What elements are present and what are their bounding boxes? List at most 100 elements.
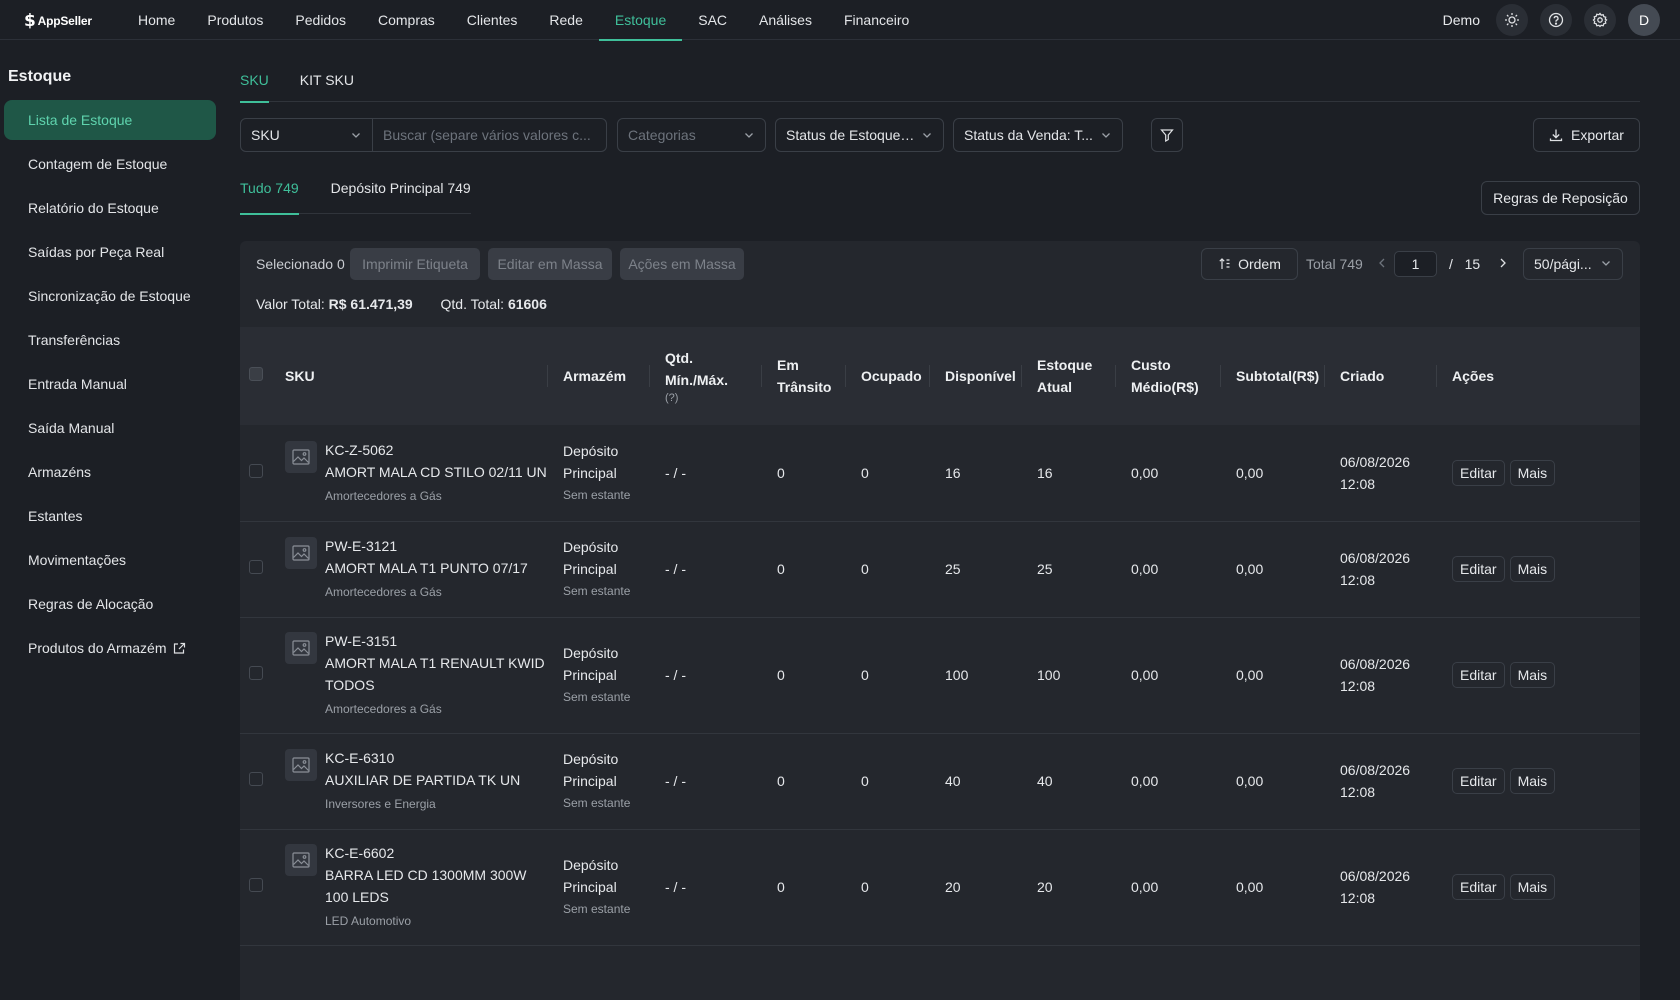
sidebar-item-armazens[interactable]: Armazéns — [4, 452, 216, 492]
table-row: PW-E-3151 AMORT MALA T1 RENAULT KWID TOD… — [240, 617, 1640, 734]
sku-code[interactable]: KC-Z-5062 — [325, 439, 547, 461]
order-button[interactable]: Ordem — [1201, 248, 1298, 280]
nav-analises[interactable]: Análises — [743, 0, 828, 40]
more-button[interactable]: Mais — [1509, 768, 1556, 794]
sidebar-item-relatorio-do-estoque[interactable]: Relatório do Estoque — [4, 188, 216, 228]
sidebar-item-regras-de-alocacao[interactable]: Regras de Alocação — [4, 584, 216, 624]
help-button[interactable] — [1540, 4, 1572, 36]
sidebar-item-produtos-do-armazem[interactable]: Produtos do Armazém — [4, 628, 216, 668]
sidebar-item-sincronizacao[interactable]: Sincronização de Estoque — [4, 276, 216, 316]
tab-deposito-principal[interactable]: Depósito Principal 749 — [331, 178, 471, 214]
subtotal: 0,00 — [1220, 829, 1324, 946]
min-max-qty: - / - — [649, 521, 761, 618]
subtotal: 0,00 — [1220, 521, 1324, 618]
theme-toggle-button[interactable] — [1496, 4, 1528, 36]
nav-compras[interactable]: Compras — [362, 0, 451, 40]
in-transit-qty: 0 — [761, 617, 845, 734]
product-category: Inversores e Energia — [325, 797, 436, 811]
nav-sac[interactable]: SAC — [682, 0, 743, 40]
product-name: AMORT MALA T1 PUNTO 07/17 — [325, 560, 528, 576]
row-checkbox[interactable] — [249, 666, 263, 680]
page-size-select[interactable]: 50/pági... — [1523, 248, 1623, 280]
occupied-qty: 0 — [845, 829, 929, 946]
nav-home[interactable]: Home — [122, 0, 191, 40]
row-checkbox[interactable] — [249, 772, 263, 786]
more-button[interactable]: Mais — [1509, 874, 1556, 900]
total-value-label: Valor Total: — [256, 296, 325, 312]
filter-bar: SKU Categorias Status de Estoque: ... St… — [240, 118, 1640, 152]
chevron-right-icon — [1500, 258, 1506, 268]
sidebar-item-saida-manual[interactable]: Saída Manual — [4, 408, 216, 448]
export-button[interactable]: Exportar — [1533, 118, 1640, 152]
nav-pedidos[interactable]: Pedidos — [279, 0, 362, 40]
app-logo[interactable]: $ AppSeller — [24, 11, 92, 31]
min-max-qty: - / - — [649, 733, 761, 830]
settings-button[interactable] — [1584, 4, 1616, 36]
created-date: 06/08/2026 12:08 — [1324, 521, 1436, 618]
bulk-actions-button[interactable]: Ações em Massa — [620, 248, 744, 280]
warehouse-tabs: Tudo 749 Depósito Principal 749 — [240, 178, 471, 215]
sale-status-select[interactable]: Status da Venda: T... — [953, 118, 1123, 152]
nav-financeiro[interactable]: Financeiro — [828, 0, 925, 40]
sidebar-item-lista-de-estoque[interactable]: Lista de Estoque — [4, 100, 216, 140]
advanced-filter-button[interactable] — [1151, 118, 1183, 152]
edit-button[interactable]: Editar — [1452, 874, 1505, 900]
bulk-edit-button[interactable]: Editar em Massa — [488, 248, 612, 280]
page-number-input[interactable] — [1394, 251, 1437, 277]
search-input[interactable] — [373, 118, 607, 152]
header-min-max: Qtd. Mín./Máx. (?) — [649, 327, 761, 425]
sku-code[interactable]: KC-E-6602 — [325, 842, 547, 864]
more-button[interactable]: Mais — [1509, 556, 1556, 582]
categories-select[interactable]: Categorias — [617, 118, 766, 152]
total-qty-label: Qtd. Total: — [440, 296, 505, 312]
replenishment-rules-button[interactable]: Regras de Reposição — [1481, 181, 1640, 215]
average-cost: 0,00 — [1115, 521, 1220, 618]
stock-status-select[interactable]: Status de Estoque: ... — [775, 118, 944, 152]
more-button[interactable]: Mais — [1509, 459, 1556, 486]
nav-clientes[interactable]: Clientes — [451, 0, 534, 40]
search-type-select[interactable]: SKU — [240, 118, 373, 152]
available-qty: 20 — [929, 829, 1021, 946]
header-created: Criado — [1324, 327, 1436, 425]
sidebar-item-movimentacoes[interactable]: Movimentações — [4, 540, 216, 580]
nav-produtos[interactable]: Produtos — [191, 0, 279, 40]
tab-all-warehouses[interactable]: Tudo 749 — [240, 178, 299, 215]
user-name[interactable]: Demo — [1443, 12, 1480, 28]
row-checkbox[interactable] — [249, 878, 263, 892]
sidebar-item-entrada-manual[interactable]: Entrada Manual — [4, 364, 216, 404]
header-occupied: Ocupado — [845, 327, 929, 425]
sku-code[interactable]: KC-E-6310 — [325, 747, 520, 769]
warehouse-name: Depósito Principal — [563, 539, 619, 577]
current-stock-qty: 25 — [1021, 521, 1115, 618]
page-total: / 15 — [1449, 256, 1481, 272]
nav-rede[interactable]: Rede — [533, 0, 598, 40]
edit-button[interactable]: Editar — [1452, 768, 1505, 794]
user-avatar[interactable]: D — [1628, 4, 1660, 36]
print-label-button[interactable]: Imprimir Etiqueta — [350, 248, 480, 280]
sidebar-item-transferencias[interactable]: Transferências — [4, 320, 216, 360]
sidebar-item-saidas-por-peca-real[interactable]: Saídas por Peça Real — [4, 232, 216, 272]
sidebar-item-contagem-de-estoque[interactable]: Contagem de Estoque — [4, 144, 216, 184]
next-page-button[interactable] — [1497, 254, 1509, 275]
min-max-qty: - / - — [649, 829, 761, 946]
min-max-help-hint[interactable]: (?) — [665, 391, 761, 405]
edit-button[interactable]: Editar — [1452, 459, 1505, 486]
sku-code[interactable]: PW-E-3151 — [325, 630, 547, 652]
edit-button[interactable]: Editar — [1452, 662, 1505, 688]
row-checkbox[interactable] — [249, 463, 263, 478]
sku-code[interactable]: PW-E-3121 — [325, 535, 528, 557]
nav-estoque[interactable]: Estoque — [598, 0, 683, 41]
header-sku[interactable]: SKU — [269, 327, 547, 425]
product-category: Amortecedores a Gás — [325, 702, 442, 716]
tab-kit-sku[interactable]: KIT SKU — [300, 60, 354, 102]
edit-button[interactable]: Editar — [1452, 556, 1505, 582]
prev-page-button[interactable] — [1376, 254, 1388, 275]
tab-sku[interactable]: SKU — [240, 60, 269, 103]
more-button[interactable]: Mais — [1509, 662, 1556, 688]
select-all-checkbox[interactable] — [249, 367, 263, 381]
sidebar-item-estantes[interactable]: Estantes — [4, 496, 216, 536]
row-checkbox[interactable] — [249, 560, 263, 574]
warehouse-name: Depósito Principal — [563, 645, 619, 683]
in-transit-qty: 0 — [761, 425, 845, 522]
image-icon — [292, 545, 310, 561]
